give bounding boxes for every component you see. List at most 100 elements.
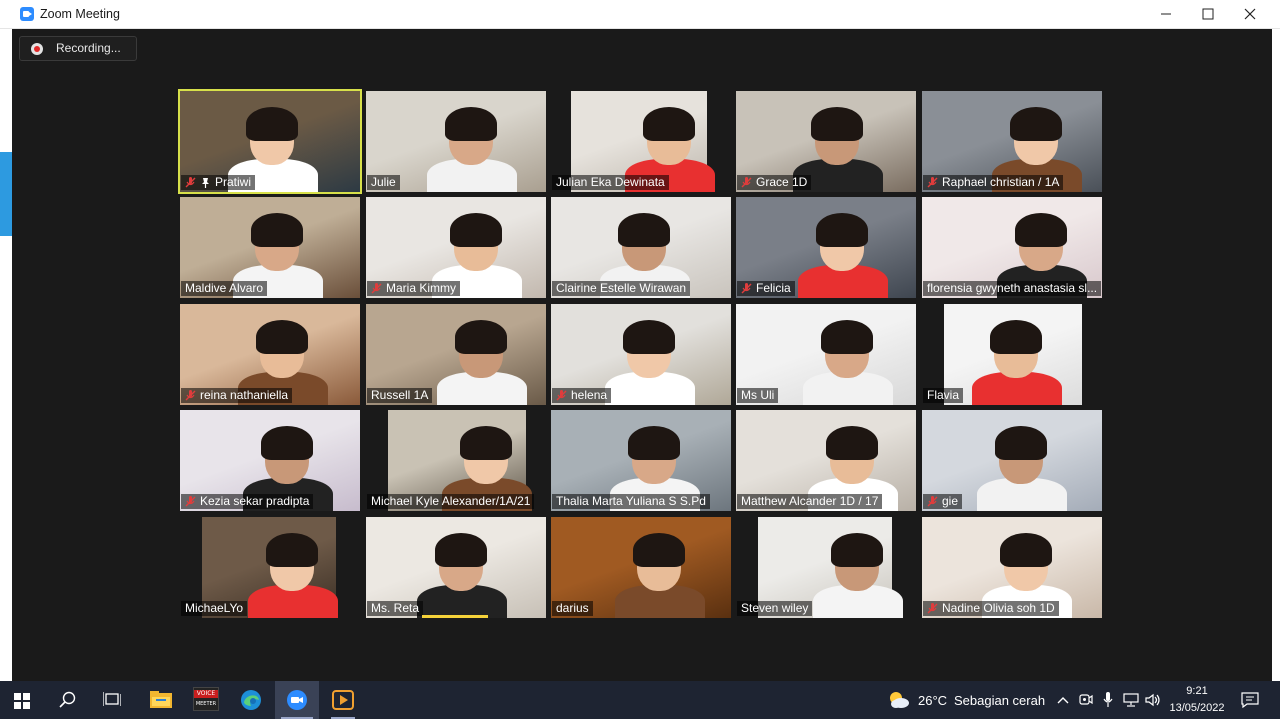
participant-tile[interactable]: Julie xyxy=(366,91,546,192)
participant-tile[interactable]: Maria Kimmy xyxy=(366,197,546,298)
person-hair xyxy=(628,426,680,460)
media-player-button[interactable] xyxy=(321,681,365,719)
participant-name-tag: reina nathaniella xyxy=(181,388,293,403)
person-hair xyxy=(623,320,675,354)
participant-tile[interactable]: gie xyxy=(922,410,1102,511)
participant-tile[interactable]: Ms Uli xyxy=(736,304,916,405)
person-hair xyxy=(445,107,497,141)
participant-name: Michael Kyle Alexander/1A/21 xyxy=(371,494,531,508)
recording-indicator[interactable]: Recording... xyxy=(19,36,137,61)
participant-name: Ms Uli xyxy=(741,388,775,402)
search-icon xyxy=(59,691,76,708)
participant-tile[interactable]: Raphael christian / 1A xyxy=(922,91,1102,192)
participant-name-tag: Ms Uli xyxy=(737,388,779,403)
participant-tile[interactable]: Julian Eka Dewinata xyxy=(551,91,731,192)
weather-description[interactable]: Sebagian cerah xyxy=(954,693,1045,708)
participant-name: MichaeLYo xyxy=(185,601,244,615)
notification-icon[interactable] xyxy=(1241,692,1259,708)
weather-icon[interactable] xyxy=(888,690,910,710)
participant-name: Maldive Alvaro xyxy=(185,281,264,295)
participant-name-tag: Maldive Alvaro xyxy=(181,281,268,296)
participant-name: Julian Eka Dewinata xyxy=(556,175,665,189)
minimize-icon xyxy=(1161,13,1171,15)
voicemeeter-button[interactable]: VOICE MEETER xyxy=(184,681,228,719)
participant-name: Thalia Marta Yuliana S S.Pd xyxy=(556,494,706,508)
participant-name-tag: florensia gwyneth anastasia sl... xyxy=(923,281,1101,296)
participant-name-tag: Thalia Marta Yuliana S S.Pd xyxy=(552,494,710,509)
participant-name-tag: Matthew Alcander 1D / 17 xyxy=(737,494,883,509)
participant-tile[interactable]: MichaeLYo xyxy=(180,517,360,618)
participant-tile[interactable]: Ms. Reta xyxy=(366,517,546,618)
participant-name: Kezia sekar pradipta xyxy=(200,494,310,508)
participant-tile[interactable]: darius xyxy=(551,517,731,618)
participant-tile[interactable]: Pratiwi xyxy=(178,89,362,194)
zoom-taskbar-button[interactable] xyxy=(275,681,319,719)
start-button[interactable] xyxy=(0,681,44,719)
participant-tile[interactable]: Thalia Marta Yuliana S S.Pd xyxy=(551,410,731,511)
person-hair xyxy=(643,107,695,141)
participant-name-tag: Ms. Reta xyxy=(367,601,424,616)
person-hair xyxy=(256,320,308,354)
clock-time[interactable]: 9:21 xyxy=(1162,685,1232,697)
participant-name-tag: gie xyxy=(923,494,963,509)
participant-tile[interactable]: reina nathaniella xyxy=(180,304,360,405)
participant-tile[interactable]: Steven wiley xyxy=(736,517,916,618)
window-title: Zoom Meeting xyxy=(40,7,120,21)
person-hair xyxy=(1010,107,1062,141)
participant-name: Clairine Estelle Wirawan xyxy=(556,281,687,295)
participant-tile[interactable]: Grace 1D xyxy=(736,91,916,192)
participant-name-tag: Maria Kimmy xyxy=(367,281,461,296)
participant-tile[interactable]: Flavia xyxy=(922,304,1102,405)
participant-name-tag: Nadine Olivia soh 1D xyxy=(923,601,1059,616)
clock-date[interactable]: 13/05/2022 xyxy=(1162,702,1232,714)
participant-name-tag: MichaeLYo xyxy=(181,601,248,616)
participant-tile[interactable]: Matthew Alcander 1D / 17 xyxy=(736,410,916,511)
participant-tile[interactable]: Russell 1A xyxy=(366,304,546,405)
participant-tile[interactable]: Nadine Olivia soh 1D xyxy=(922,517,1102,618)
participant-tile[interactable]: Felicia xyxy=(736,197,916,298)
participant-tile[interactable]: Kezia sekar pradipta xyxy=(180,410,360,511)
person-hair xyxy=(460,426,512,460)
edge-icon xyxy=(241,690,261,710)
task-view-button[interactable] xyxy=(90,681,134,719)
network-icon[interactable] xyxy=(1123,693,1139,707)
participant-name: Matthew Alcander 1D / 17 xyxy=(741,494,879,508)
participant-tile[interactable]: helena xyxy=(551,304,731,405)
edge-button[interactable] xyxy=(229,681,273,719)
file-explorer-button[interactable] xyxy=(139,681,183,719)
meet-now-icon[interactable] xyxy=(1079,692,1093,708)
search-button[interactable] xyxy=(46,681,90,719)
participant-name: Raphael christian / 1A xyxy=(942,175,1060,189)
participant-name-tag: Julie xyxy=(367,175,400,190)
chevron-up-icon[interactable] xyxy=(1057,696,1069,704)
person-hair xyxy=(261,426,313,460)
participant-tile[interactable]: Clairine Estelle Wirawan xyxy=(551,197,731,298)
participant-tile[interactable]: Michael Kyle Alexander/1A/21 xyxy=(366,410,546,511)
participant-tile[interactable]: Maldive Alvaro xyxy=(180,197,360,298)
voicemeeter-icon: VOICE MEETER xyxy=(193,687,219,711)
muted-mic-icon xyxy=(371,283,382,294)
voicemeeter-label-2: MEETER xyxy=(195,701,217,707)
person-hair xyxy=(450,213,502,247)
participant-name: Maria Kimmy xyxy=(386,281,457,295)
participant-name: Ms. Reta xyxy=(371,601,420,615)
participant-name: Russell 1A xyxy=(371,388,429,402)
taskbar: VOICE MEETER 26°C Sebagian cerah 9:21 13… xyxy=(0,681,1280,719)
person-hair xyxy=(1015,213,1067,247)
volume-icon[interactable] xyxy=(1145,693,1161,707)
person-hair xyxy=(435,533,487,567)
participant-name: Pratiwi xyxy=(215,175,252,189)
participant-name: reina nathaniella xyxy=(200,388,289,402)
muted-mic-icon xyxy=(927,496,938,507)
participant-name-tag: Flavia xyxy=(923,388,964,403)
minimize-button[interactable] xyxy=(1144,0,1188,29)
participant-name-tag: Russell 1A xyxy=(367,388,433,403)
maximize-button[interactable] xyxy=(1186,0,1230,29)
windows-logo-icon xyxy=(14,693,30,709)
participant-tile[interactable]: florensia gwyneth anastasia sl... xyxy=(922,197,1102,298)
muted-mic-icon xyxy=(741,283,752,294)
weather-temperature[interactable]: 26°C xyxy=(918,693,947,708)
close-button[interactable] xyxy=(1228,0,1272,29)
microphone-icon[interactable] xyxy=(1103,692,1113,708)
person-hair xyxy=(995,426,1047,460)
